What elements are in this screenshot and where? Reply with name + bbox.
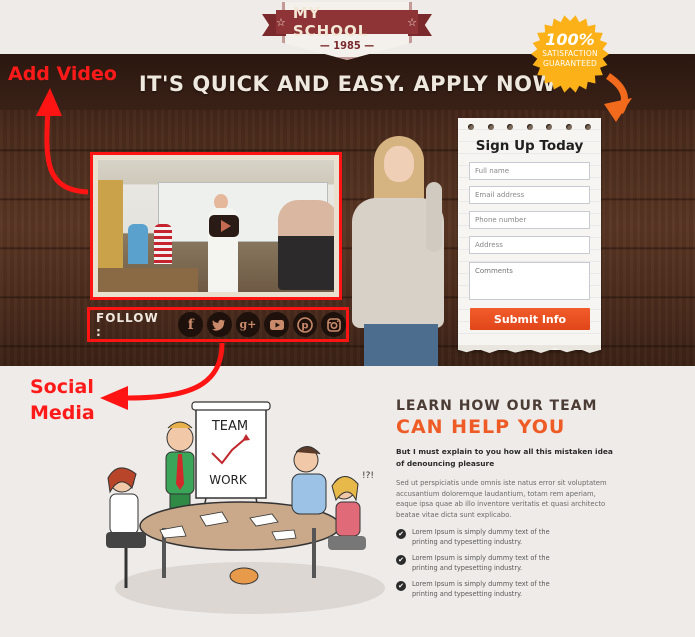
- model-face: [384, 146, 414, 182]
- logo-year: — 1985 —: [319, 39, 375, 52]
- phone-input[interactable]: [469, 211, 590, 229]
- badge-line2: GUARANTEED: [543, 58, 597, 68]
- teamwork-illustration: TEAM WORK !?!: [106, 401, 385, 614]
- video-player[interactable]: [90, 152, 342, 300]
- badge-percent: 100%: [545, 30, 595, 49]
- thumb-wall: [98, 180, 123, 270]
- logo-ribbon: ☆ MY SCHOOL ☆: [276, 4, 418, 40]
- social-annotation-line1: Social: [30, 376, 94, 398]
- instagram-icon: [326, 317, 341, 332]
- submit-button[interactable]: Submit Info: [470, 308, 590, 330]
- board-text-work: WORK: [209, 473, 248, 487]
- star-icon: ☆: [407, 15, 418, 29]
- notepad-hole: [507, 124, 513, 130]
- info-title-line2: CAN HELP YOU: [396, 416, 566, 438]
- video-thumbnail[interactable]: [98, 160, 334, 292]
- thumb-student: [128, 224, 148, 264]
- notepad-hole: [487, 124, 494, 130]
- badge-line1: SATISFACTION: [542, 49, 598, 58]
- signup-form: Sign Up Today Submit Info: [458, 118, 601, 353]
- notepad-hole: [468, 124, 474, 130]
- flipchart-top: [191, 401, 271, 411]
- notepad-hole: [585, 124, 591, 130]
- svg-text:p: p: [302, 320, 309, 331]
- play-button[interactable]: [209, 215, 239, 237]
- exclaim-text: !?!: [362, 471, 374, 481]
- feature-text: Lorem Ipsum is simply dummy text of the …: [412, 554, 550, 572]
- notepad-hole: [565, 124, 572, 130]
- feature-list: ✔ Lorem Ipsum is simply dummy text of th…: [396, 527, 616, 599]
- info-body: Sed ut perspiciatis unde omnis iste natu…: [396, 479, 607, 519]
- check-circle-icon: ✔: [396, 529, 406, 539]
- check-circle-icon: ✔: [396, 555, 406, 565]
- youtube-button[interactable]: [264, 312, 289, 337]
- social-follow-bar: FOLLOW : f g+ p: [87, 307, 349, 342]
- model-photo: [344, 136, 456, 366]
- cat: [229, 567, 259, 585]
- follow-label: FOLLOW :: [96, 310, 159, 339]
- social-media-annotation: Social Media: [30, 374, 95, 426]
- info-title-line1: LEARN HOW OUR TEAM: [396, 398, 598, 414]
- thumb-student: [154, 224, 172, 264]
- social-annotation-line2: Media: [30, 402, 95, 424]
- instagram-button[interactable]: [321, 312, 347, 337]
- youtube-icon: [269, 319, 284, 330]
- board-text-team: TEAM: [211, 419, 248, 434]
- model-arm: [426, 182, 442, 252]
- model-jeans: [364, 324, 438, 366]
- feature-text: Lorem Ipsum is simply dummy text of the …: [412, 580, 550, 598]
- full-name-input[interactable]: [469, 162, 590, 180]
- form-title: Sign Up Today: [475, 138, 584, 154]
- check-circle-icon: ✔: [396, 581, 406, 591]
- notepad-hole: [526, 124, 533, 130]
- school-logo[interactable]: ☆ MY SCHOOL ☆ — 1985 —: [262, 0, 432, 62]
- pinterest-icon: p: [297, 316, 313, 333]
- facebook-icon: f: [187, 316, 194, 333]
- landing-page: ☆ MY SCHOOL ☆ — 1985 — IT'S QUICK AND EA…: [0, 0, 695, 637]
- add-video-annotation: Add Video: [8, 63, 117, 85]
- satisfaction-badge: 100% SATISFACTION GUARANTEED: [530, 14, 610, 94]
- logo-name: MY SCHOOL: [292, 4, 369, 40]
- play-icon: [220, 220, 231, 232]
- google-plus-icon: g+: [239, 318, 257, 331]
- info-lead: But I must explain to you how all this m…: [396, 447, 613, 468]
- notepad-holes: [468, 124, 591, 130]
- feature-item: ✔ Lorem Ipsum is simply dummy text of th…: [396, 579, 616, 599]
- feature-text: Lorem Ipsum is simply dummy text of the …: [412, 528, 550, 546]
- google-plus-button[interactable]: g+: [235, 312, 261, 337]
- star-icon: ☆: [276, 15, 287, 29]
- presenter-head: [166, 424, 194, 452]
- info-section: LEARN HOW OUR TEAM CAN HELP YOU But I mu…: [396, 398, 616, 605]
- feature-item: ✔ Lorem Ipsum is simply dummy text of th…: [396, 527, 616, 547]
- pinterest-button[interactable]: p: [292, 312, 318, 337]
- email-input[interactable]: [469, 186, 590, 204]
- thumb-pig-character: [278, 200, 334, 290]
- thumb-desk: [98, 268, 198, 292]
- comments-textarea[interactable]: [469, 262, 590, 300]
- twitter-icon: [212, 319, 226, 331]
- twitter-button[interactable]: [207, 312, 232, 337]
- logo-year-value: 1985: [333, 39, 361, 52]
- facebook-button[interactable]: f: [178, 312, 204, 337]
- address-input[interactable]: [469, 236, 590, 254]
- man-right-shirt: [291, 473, 327, 515]
- feature-item: ✔ Lorem Ipsum is simply dummy text of th…: [396, 553, 616, 573]
- notepad-hole: [546, 124, 552, 130]
